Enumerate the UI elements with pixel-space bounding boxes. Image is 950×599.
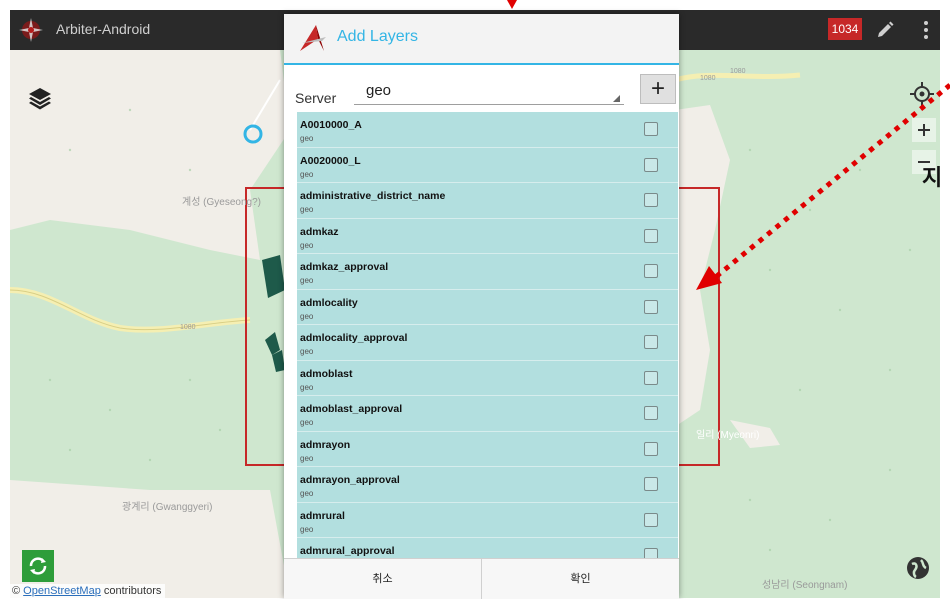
- app-logo-icon: [19, 18, 43, 42]
- layer-server: geo: [300, 205, 314, 214]
- map-label-myeonri: 일리 (Myeonri): [696, 430, 760, 441]
- layer-name: admlocality: [300, 296, 358, 309]
- checkbox-icon[interactable]: [644, 477, 658, 491]
- checkbox-icon[interactable]: [644, 193, 658, 207]
- list-item[interactable]: admkaz geo: [297, 219, 678, 254]
- layer-server: geo: [300, 311, 314, 321]
- zoom-in-icon[interactable]: [908, 114, 940, 146]
- refresh-icon[interactable]: [22, 550, 54, 582]
- list-item[interactable]: admlocality_approvalgeo: [297, 325, 678, 361]
- road-label: 1080: [180, 324, 196, 331]
- map-label-seongnam: 성남리 (Seongnam): [762, 580, 848, 591]
- layer-server: geo: [300, 453, 314, 463]
- layer-server: geo: [300, 382, 314, 392]
- layer-server: geo: [300, 169, 314, 179]
- checkbox-icon[interactable]: [644, 122, 658, 136]
- openstreetmap-link[interactable]: OpenStreetMap: [23, 585, 101, 597]
- server-select-value: geo: [366, 82, 392, 99]
- checkbox-icon[interactable]: [644, 406, 658, 420]
- layer-server: geo: [300, 347, 314, 356]
- server-label: Server: [295, 90, 337, 106]
- list-item[interactable]: admrayon_approvalgeo: [297, 467, 678, 503]
- add-server-button[interactable]: +: [640, 74, 676, 104]
- server-select[interactable]: geo: [354, 80, 624, 105]
- checkbox-icon[interactable]: [644, 228, 658, 243]
- dropdown-arrow-icon: [613, 95, 620, 102]
- confirm-button[interactable]: 확인: [482, 559, 679, 599]
- overlay-character: 지: [922, 165, 943, 190]
- list-item[interactable]: admlocality geo: [297, 290, 678, 325]
- dialog-header: Add Layers: [284, 14, 679, 65]
- list-item[interactable]: admkaz_approvalgeo: [297, 254, 678, 290]
- checkbox-icon[interactable]: [644, 441, 658, 456]
- checkbox-icon[interactable]: [644, 299, 658, 314]
- layer-server: geo: [300, 524, 314, 534]
- layer-name: admrural_approval: [300, 545, 395, 557]
- layer-name: A0010000_A: [300, 119, 362, 131]
- annotation-marker-top: [507, 0, 517, 9]
- list-item[interactable]: A0010000_Ageo: [297, 112, 678, 148]
- checkbox-icon[interactable]: [644, 264, 658, 278]
- road-label: 1080: [730, 68, 746, 75]
- layers-icon[interactable]: [24, 82, 56, 114]
- list-item[interactable]: admoblast geo: [297, 361, 678, 396]
- list-item[interactable]: admrayon geo: [297, 432, 678, 467]
- list-item[interactable]: admoblast_approvalgeo: [297, 396, 678, 432]
- list-item[interactable]: administrative_district_namegeo: [297, 183, 678, 219]
- list-item[interactable]: A0020000_Lgeo: [297, 148, 678, 183]
- globe-icon[interactable]: [902, 552, 934, 584]
- layer-name: admrayon_approval: [300, 474, 400, 486]
- layer-name: A0020000_L: [300, 154, 361, 167]
- layer-list[interactable]: A0010000_A geo A0020000_L geo administrative…: [297, 112, 678, 558]
- feature-counter-badge[interactable]: 1034: [828, 18, 862, 40]
- checkbox-icon[interactable]: [644, 370, 658, 385]
- locate-icon[interactable]: [906, 78, 938, 110]
- list-item[interactable]: admrural geo: [297, 503, 678, 538]
- dialog-title: Add Layers: [337, 28, 418, 45]
- map-label-gwanggyeri: 광계리 (Gwanggyeri): [122, 502, 213, 513]
- layer-server: geo: [300, 418, 314, 427]
- pencil-icon[interactable]: [875, 20, 895, 40]
- checkbox-icon[interactable]: [644, 157, 658, 172]
- list-item[interactable]: admrural_approvalgeo: [297, 538, 678, 558]
- layer-name: admoblast_approval: [300, 403, 403, 415]
- map-label-gyeseong: 계성 (Gyeseong?): [182, 197, 261, 208]
- checkbox-icon[interactable]: [644, 512, 658, 527]
- layer-name: admrural: [300, 509, 345, 522]
- map-attribution: © OpenStreetMap contributors: [10, 584, 166, 598]
- dialog-footer: 취소 확인: [284, 558, 679, 599]
- layer-name: admlocality_approval: [300, 332, 408, 344]
- layer-server: geo: [300, 489, 314, 498]
- app-title: Arbiter-Android: [56, 21, 151, 37]
- layer-name: admrayon: [300, 438, 351, 451]
- layer-name: administrative_district_name: [300, 190, 446, 202]
- cancel-button[interactable]: 취소: [284, 559, 482, 599]
- overflow-menu-icon[interactable]: [922, 19, 930, 41]
- layer-server: geo: [300, 240, 314, 250]
- layer-name: admkaz: [300, 225, 339, 238]
- road-label: 1080: [700, 75, 716, 82]
- layer-server: geo: [300, 134, 314, 143]
- app-logo-icon: [300, 25, 326, 51]
- checkbox-icon[interactable]: [644, 548, 658, 558]
- layer-name: admoblast: [300, 367, 353, 380]
- layer-name: admkaz_approval: [300, 261, 389, 273]
- checkbox-icon[interactable]: [644, 335, 658, 349]
- add-layers-dialog: Add Layers Server geo + A0010000_A geo A00…: [284, 14, 679, 599]
- layer-server: geo: [300, 276, 314, 285]
